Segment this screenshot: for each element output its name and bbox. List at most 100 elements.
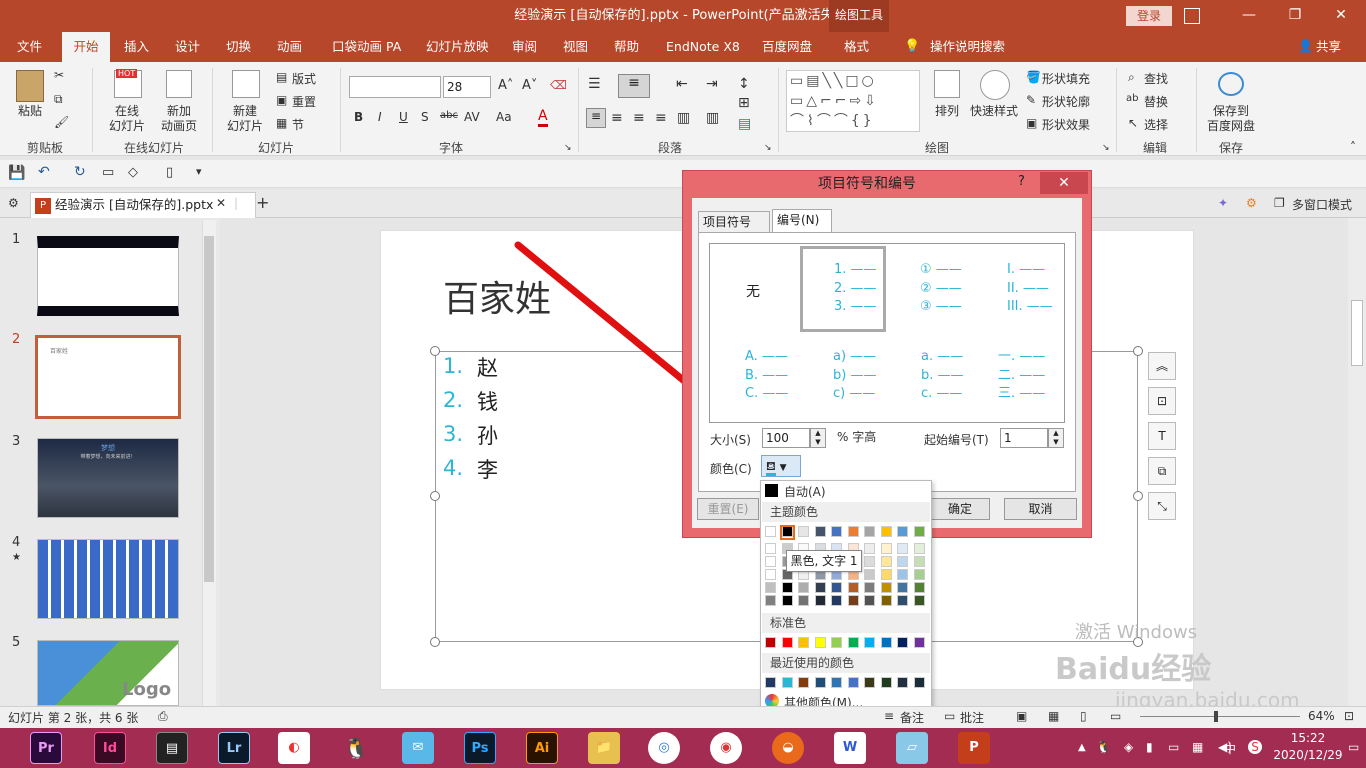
- numbering-style-arabic[interactable]: 1. —— 2. —— 3. ——: [834, 261, 877, 317]
- char-spacing-button[interactable]: AV: [464, 110, 480, 124]
- reset-icon[interactable]: ▣: [276, 93, 287, 107]
- tab-insert[interactable]: 插入: [124, 32, 149, 62]
- standard-color-swatch[interactable]: [781, 637, 793, 648]
- add-tab-button[interactable]: +: [256, 193, 269, 212]
- premiere-icon[interactable]: Pr: [30, 732, 62, 764]
- arrange-icon[interactable]: [934, 70, 960, 98]
- justify-icon[interactable]: ≡: [655, 110, 667, 126]
- auto-color-swatch[interactable]: [765, 484, 778, 497]
- standard-color-swatch[interactable]: [864, 637, 875, 648]
- save-baidu-label[interactable]: 百度网盘: [1200, 119, 1262, 134]
- shapes-qat-icon[interactable]: ◇: [128, 165, 138, 180]
- theme-color-swatch[interactable]: [913, 595, 925, 606]
- decrease-indent-icon[interactable]: ⇤: [676, 76, 688, 92]
- increase-font-icon[interactable]: A˄: [498, 78, 513, 93]
- notes-app-icon[interactable]: ▱: [896, 732, 928, 764]
- select-icon[interactable]: ↖: [1128, 116, 1138, 130]
- theme-color-swatch[interactable]: [880, 595, 892, 606]
- document-tab-close[interactable]: ✕: [216, 196, 226, 210]
- bullets-icon[interactable]: ☰: [588, 76, 601, 92]
- theme-color-swatch[interactable]: [897, 556, 908, 567]
- theme-color-swatch[interactable]: [897, 543, 908, 554]
- shape-fill-icon[interactable]: 🪣: [1026, 70, 1041, 84]
- theme-color-swatch[interactable]: [897, 582, 908, 593]
- new-slide-label[interactable]: 新建: [218, 104, 272, 119]
- notes-button[interactable]: 备注: [900, 709, 924, 726]
- numbering-style-lower-alpha[interactable]: a. —— b. —— c. ——: [921, 348, 964, 404]
- theme-color-swatch[interactable]: [781, 582, 793, 593]
- shapes-gallery[interactable]: ▭▤╲╲□○ ▭△⌐⌐⇨⇩ ⌒⌇⌒⌒{}: [786, 70, 920, 132]
- redo-icon[interactable]: ↻: [74, 164, 86, 180]
- distribute-icon[interactable]: ▥: [677, 110, 690, 126]
- theme-color-swatch[interactable]: [913, 526, 925, 537]
- thumbnail-scroll-thumb[interactable]: [204, 236, 214, 582]
- select-button[interactable]: 选择: [1144, 116, 1168, 133]
- shadow-button[interactable]: S: [421, 110, 429, 124]
- multi-window-button[interactable]: 多窗口模式: [1292, 196, 1352, 213]
- notes-icon[interactable]: ≡: [884, 709, 894, 723]
- numbering-style-roman[interactable]: I. —— II. —— III. ——: [1007, 261, 1053, 317]
- theme-color-swatch[interactable]: [880, 526, 892, 537]
- theme-color-swatch[interactable]: [864, 569, 875, 580]
- align-left-icon[interactable]: ≡: [586, 108, 606, 128]
- replace-icon[interactable]: ab: [1126, 93, 1138, 104]
- resize-handle[interactable]: [430, 346, 440, 356]
- tab-view[interactable]: 视图: [563, 32, 588, 62]
- font-size-combo[interactable]: 28: [443, 76, 491, 98]
- drawing-dialog-launcher-icon[interactable]: ↘: [1102, 143, 1110, 153]
- align-center-icon[interactable]: ≡: [611, 110, 623, 126]
- recent-color-swatch[interactable]: [897, 677, 908, 688]
- doc-settings-icon[interactable]: ⚙: [8, 196, 19, 210]
- numbering-style-chinese[interactable]: 一. —— 二. —— 三. ——: [998, 348, 1045, 404]
- recent-color-swatch[interactable]: [864, 677, 875, 688]
- new-slide-icon[interactable]: [232, 70, 260, 98]
- tab-design[interactable]: 设计: [175, 32, 200, 62]
- collapse-up-icon[interactable]: ︽: [1148, 352, 1176, 380]
- reset-button[interactable]: 重置: [292, 93, 316, 110]
- theme-color-swatch[interactable]: [765, 595, 776, 606]
- italic-button[interactable]: I: [378, 110, 382, 124]
- orange-app-icon[interactable]: ◒: [772, 732, 804, 764]
- canvas-scroll-thumb[interactable]: [1351, 300, 1363, 366]
- notification-icon[interactable]: ▭: [1348, 740, 1359, 754]
- recent-color-swatch[interactable]: [847, 677, 859, 688]
- theme-color-swatch[interactable]: [765, 526, 776, 537]
- collapse-ribbon-icon[interactable]: ˄: [1350, 140, 1356, 154]
- zoom-slider[interactable]: [1140, 716, 1300, 717]
- theme-color-swatch[interactable]: [897, 569, 908, 580]
- cancel-dialog-button[interactable]: 取消: [1004, 498, 1077, 520]
- recent-color-swatch[interactable]: [880, 677, 892, 688]
- theme-color-swatch[interactable]: [864, 556, 875, 567]
- dialog-close-button[interactable]: ✕: [1040, 172, 1088, 194]
- list-item-text[interactable]: 赵: [477, 352, 498, 382]
- 360-browser-icon[interactable]: ◐: [278, 732, 310, 764]
- arrange-shapes-icon[interactable]: ⧉: [1148, 457, 1176, 485]
- theme-color-swatch[interactable]: [765, 582, 776, 593]
- tab-animations[interactable]: 动画: [277, 32, 302, 62]
- color-picker-button[interactable]: ⛾ ▼: [761, 455, 801, 477]
- new-file-icon[interactable]: ▯: [166, 165, 173, 180]
- comments-button[interactable]: 批注: [960, 709, 984, 726]
- online-slide-label-2[interactable]: 幻灯片: [100, 119, 154, 134]
- theme-color-swatch[interactable]: [864, 582, 875, 593]
- ok-button[interactable]: 确定: [930, 498, 990, 520]
- standard-color-swatch[interactable]: [831, 637, 842, 648]
- shape-effects-icon[interactable]: ▣: [1026, 116, 1037, 130]
- size-spinner-icon[interactable]: ▲ ▼: [810, 428, 826, 448]
- recent-color-swatch[interactable]: [814, 677, 826, 688]
- customize-qat-icon[interactable]: ▾: [196, 165, 202, 178]
- slide-thumbnail-5[interactable]: Logo: [37, 640, 179, 706]
- list-item-text[interactable]: 孙: [477, 420, 498, 450]
- canvas-scrollbar[interactable]: [1348, 218, 1366, 706]
- theme-color-swatch[interactable]: [847, 582, 859, 593]
- text-align-icon[interactable]: ⊞: [738, 95, 750, 111]
- theme-color-swatch[interactable]: [831, 526, 842, 537]
- columns-icon[interactable]: ▥: [706, 110, 719, 126]
- shape-outline-button[interactable]: 形状轮廓: [1042, 93, 1090, 110]
- section-button[interactable]: 节: [292, 116, 304, 133]
- tab-slideshow[interactable]: 幻灯片放映: [426, 32, 489, 62]
- save-to-label[interactable]: 保存到: [1200, 104, 1262, 119]
- new-animation-page-icon[interactable]: [166, 70, 192, 98]
- theme-color-swatch[interactable]: [781, 595, 793, 606]
- theme-color-swatch[interactable]: [831, 582, 842, 593]
